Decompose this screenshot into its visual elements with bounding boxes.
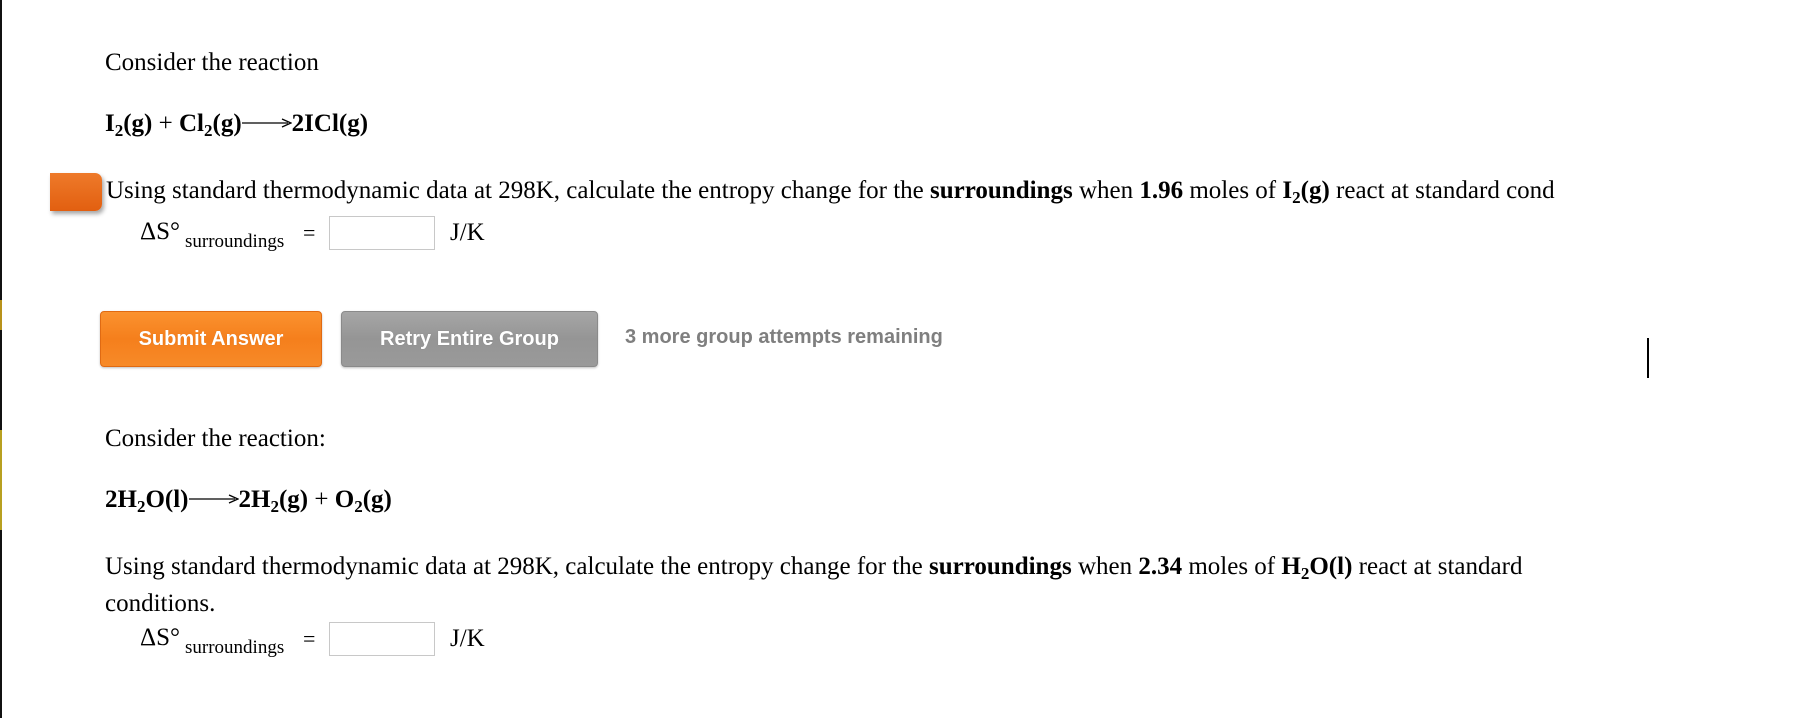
q2-unit: J/K: [450, 625, 485, 652]
q2-prompt: Using standard thermodynamic data at 298…: [105, 553, 1523, 583]
q1-intro: Consider the reaction: [105, 49, 319, 76]
window-left-edge: [0, 0, 2, 718]
question-flag-icon[interactable]: [50, 173, 102, 211]
q1-reactant-2: Cl2(g): [179, 110, 242, 140]
q2-prompt-line2: conditions.: [105, 590, 216, 617]
q1-prompt: Using standard thermodynamic data at 298…: [106, 177, 1555, 207]
q1-answer-input[interactable]: [329, 216, 435, 250]
q2-equation: 2H2O(l) 2H2(g) + O2(g): [105, 485, 392, 516]
attempts-remaining-text: 3 more group attempts remaining: [625, 326, 943, 348]
submit-answer-button[interactable]: Submit Answer: [100, 311, 322, 367]
q2-reactant-1: 2H2O(l): [105, 486, 189, 516]
q1-product-1: 2ICl(g): [291, 110, 369, 137]
subscript-label: surroundings: [185, 231, 285, 252]
q1-equation: I2(g) + Cl2(g) 2ICl(g): [105, 109, 368, 140]
plus-sign: +: [158, 110, 173, 137]
q1-unit: J/K: [450, 219, 485, 246]
q2-intro: Consider the reaction:: [105, 425, 326, 452]
equals-sign: =: [303, 220, 316, 245]
delta-s-symbol: ΔS°: [140, 624, 180, 651]
delta-s-symbol: ΔS°: [140, 218, 180, 245]
equals-sign: =: [303, 626, 316, 651]
plus-sign: +: [314, 486, 329, 513]
reaction-arrow-icon: [241, 118, 292, 128]
q1-reactant-1: I2(g): [105, 110, 153, 140]
q2-product-1: 2H2(g): [238, 486, 309, 516]
reaction-arrow-icon: [188, 494, 239, 504]
q2-product-2: O2(g): [334, 486, 392, 516]
retry-entire-group-button[interactable]: Retry Entire Group: [341, 311, 598, 367]
text-cursor: [1647, 338, 1649, 378]
q2-answer-input[interactable]: [329, 622, 435, 656]
subscript-label: surroundings: [185, 637, 285, 658]
